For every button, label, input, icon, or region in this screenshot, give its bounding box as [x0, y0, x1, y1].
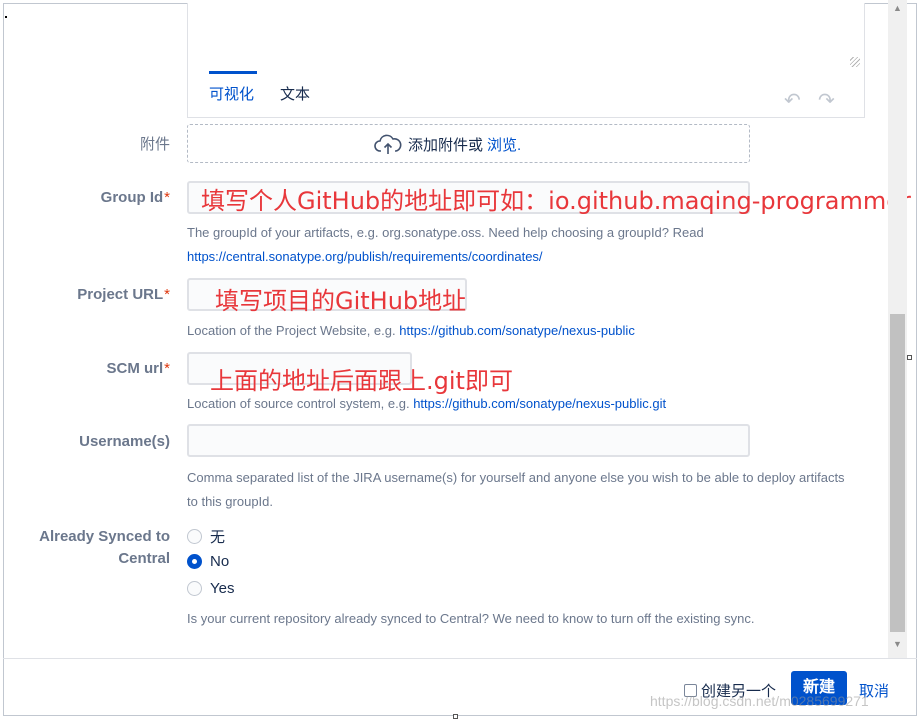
- group-id-help: The groupId of your artifacts, e.g. org.…: [187, 225, 704, 240]
- resize-handle[interactable]: [907, 355, 912, 360]
- radio-label: No: [210, 553, 230, 570]
- radio-option-yes[interactable]: Yes: [187, 580, 234, 597]
- already-synced-label: Already Synced to Central: [39, 528, 170, 567]
- radio-label: Yes: [210, 580, 235, 597]
- group-id-label: Group Id*: [100, 189, 170, 206]
- attachment-dropzone[interactable]: 添加附件或 浏览.: [187, 124, 750, 163]
- radio-button-checked[interactable]: [187, 554, 202, 569]
- footer-divider: [3, 658, 917, 659]
- scroll-up-icon[interactable]: ▲: [888, 0, 907, 16]
- radio-option-none[interactable]: 无: [187, 526, 225, 547]
- redo-icon[interactable]: ↷: [818, 88, 835, 113]
- usernames-help-line2: to this groupId.: [187, 494, 273, 509]
- project-url-help: Location of the Project Website, e.g. ht…: [187, 323, 635, 338]
- already-synced-help: Is your current repository already synce…: [187, 611, 755, 626]
- scm-url-label: SCM url*: [106, 360, 170, 377]
- scm-url-help: Location of source control system, e.g. …: [187, 396, 667, 411]
- usernames-help-line1: Comma separated list of the JIRA usernam…: [187, 470, 845, 485]
- vertical-scrollbar[interactable]: ▲ ▼: [888, 0, 907, 658]
- attachment-text: 添加附件或: [408, 136, 484, 154]
- project-url-label: Project URL*: [77, 286, 170, 303]
- project-url-example-link[interactable]: https://github.com/sonatype/nexus-public: [399, 323, 635, 338]
- resize-grip-icon[interactable]: [850, 57, 860, 67]
- cloud-upload-icon: [374, 134, 402, 154]
- group-id-annotation: 填写个人GitHub的地址即可如：io.github.maqing-progra…: [201, 187, 911, 215]
- attachment-label: 附件: [139, 136, 170, 153]
- radio-option-no[interactable]: No: [187, 553, 229, 570]
- scm-url-example-link[interactable]: https://github.com/sonatype/nexus-public…: [413, 396, 666, 411]
- browse-link[interactable]: 浏览.: [487, 134, 521, 155]
- radio-label: 无: [210, 529, 226, 546]
- tab-visual[interactable]: 可视化: [209, 83, 254, 104]
- watermark: https://blog.csdn.net/m0285699271: [650, 693, 869, 709]
- resize-handle-bottom[interactable]: [453, 714, 458, 719]
- tab-text[interactable]: 文本: [280, 83, 310, 104]
- scm-url-annotation: 上面的地址后面跟上.git即可: [210, 367, 513, 395]
- undo-icon[interactable]: ↶: [784, 88, 801, 113]
- scroll-down-icon[interactable]: ▼: [888, 636, 907, 652]
- usernames-input[interactable]: [187, 424, 750, 457]
- radio-button[interactable]: [187, 529, 202, 544]
- coordinates-link[interactable]: https://central.sonatype.org/publish/req…: [187, 249, 543, 264]
- radio-button[interactable]: [187, 581, 202, 596]
- group-id-help-link-row: https://central.sonatype.org/publish/req…: [187, 249, 543, 264]
- active-tab-indicator: [209, 71, 257, 74]
- stray-dot: [5, 16, 7, 18]
- scroll-thumb[interactable]: [890, 314, 905, 632]
- project-url-annotation: 填写项目的GitHub地址: [215, 287, 467, 315]
- description-editor[interactable]: 可视化 文本 ↶ ↷: [187, 3, 865, 118]
- usernames-label: Username(s): [79, 433, 170, 450]
